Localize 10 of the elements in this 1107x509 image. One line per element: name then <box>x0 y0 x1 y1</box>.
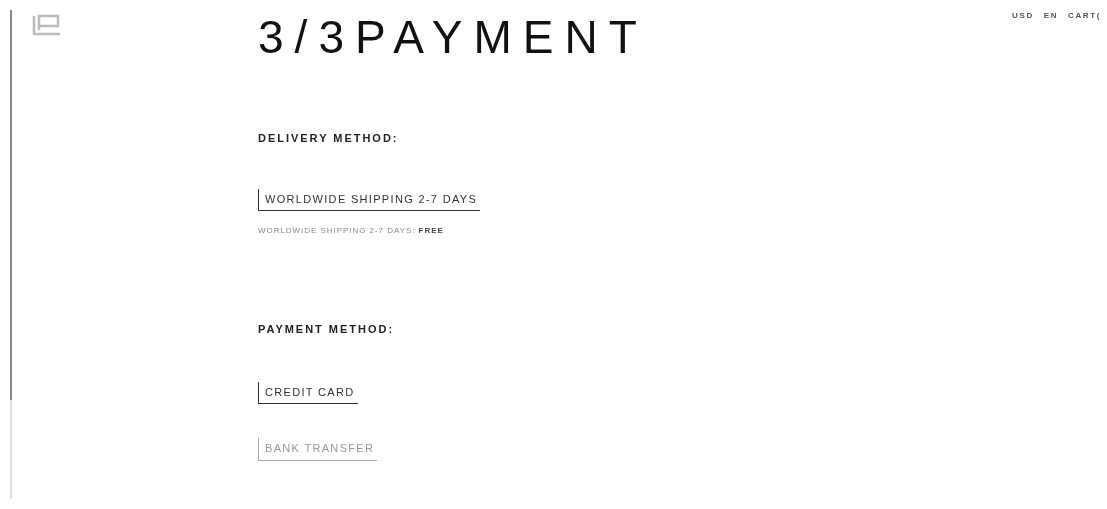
section-heading: DELIVERY METHOD: <box>258 131 399 146</box>
section-heading: PAYMENT METHOD: <box>258 322 395 337</box>
logo-icon[interactable] <box>32 14 62 36</box>
option-button[interactable]: CREDIT CARD <box>258 381 358 404</box>
nav-link[interactable]: CART( <box>1068 10 1101 22</box>
page-title: 3/3PAYMENT <box>258 14 648 60</box>
nav-link[interactable]: EN <box>1043 10 1059 22</box>
shipping-cost-note: WORLDWIDE SHIPPING 2-7 DAYS: FREE <box>258 225 444 237</box>
option-button[interactable]: WORLDWIDE SHIPPING 2-7 DAYS <box>258 188 481 211</box>
nav-link[interactable]: USD <box>1012 10 1034 22</box>
